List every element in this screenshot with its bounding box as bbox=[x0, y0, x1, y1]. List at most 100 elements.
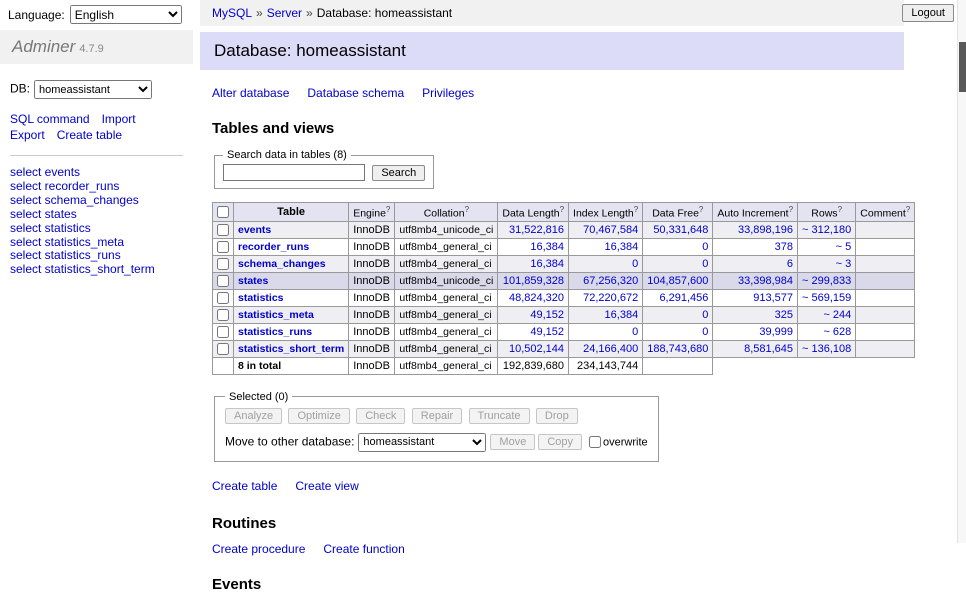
rows-count-link[interactable]: ~ 5 bbox=[836, 241, 852, 253]
row-checkbox[interactable] bbox=[217, 343, 229, 355]
index-length-link[interactable]: 16,384 bbox=[605, 309, 639, 321]
move-button[interactable]: Move bbox=[490, 434, 535, 450]
index-length-link[interactable]: 24,166,400 bbox=[583, 343, 638, 355]
auto-increment-link[interactable]: 6 bbox=[787, 258, 793, 270]
index-length-link[interactable]: 72,220,672 bbox=[583, 292, 638, 304]
data-length-link[interactable]: 16,384 bbox=[530, 241, 564, 253]
export-link[interactable]: Export bbox=[10, 128, 45, 142]
scrollbar[interactable] bbox=[957, 0, 966, 543]
row-checkbox[interactable] bbox=[217, 292, 229, 304]
select-schema-changes-link[interactable]: select schema_changes bbox=[10, 193, 139, 207]
help-icon[interactable]: ? bbox=[634, 205, 638, 214]
create-function-link[interactable]: Create function bbox=[323, 542, 404, 556]
table-name-link[interactable]: events bbox=[238, 224, 271, 236]
select-recorder-runs-link[interactable]: select recorder_runs bbox=[10, 179, 119, 193]
truncate-button[interactable]: Truncate bbox=[469, 408, 530, 424]
index-length-link[interactable]: 0 bbox=[632, 258, 638, 270]
data-length-link[interactable]: 101,859,328 bbox=[503, 275, 564, 287]
rows-count-link[interactable]: ~ 312,180 bbox=[802, 224, 851, 236]
language-select[interactable]: English bbox=[70, 5, 182, 24]
move-db-select[interactable]: homeassistant bbox=[358, 433, 486, 452]
auto-increment-link[interactable]: 913,577 bbox=[753, 292, 793, 304]
db-select[interactable]: homeassistant bbox=[34, 80, 152, 99]
select-statistics-meta-link[interactable]: select statistics_meta bbox=[10, 235, 124, 249]
index-length-link[interactable]: 0 bbox=[632, 326, 638, 338]
privileges-link[interactable]: Privileges bbox=[422, 86, 474, 100]
alter-database-link[interactable]: Alter database bbox=[212, 86, 289, 100]
analyze-button[interactable]: Analyze bbox=[225, 408, 282, 424]
data-free-link[interactable]: 0 bbox=[702, 309, 708, 321]
data-length-link[interactable]: 48,824,320 bbox=[509, 292, 564, 304]
create-view-link[interactable]: Create view bbox=[295, 479, 358, 493]
sql-command-link[interactable]: SQL command bbox=[10, 112, 90, 126]
data-length-link[interactable]: 10,502,144 bbox=[509, 343, 564, 355]
app-name[interactable]: Adminer bbox=[12, 37, 75, 56]
search-button[interactable]: Search bbox=[372, 165, 425, 181]
data-free-link[interactable]: 50,331,648 bbox=[653, 224, 708, 236]
select-all-checkbox[interactable] bbox=[217, 206, 229, 218]
copy-button[interactable]: Copy bbox=[538, 434, 582, 450]
select-events-link[interactable]: select events bbox=[10, 165, 80, 179]
row-checkbox[interactable] bbox=[217, 224, 229, 236]
rows-count-link[interactable]: ~ 299,833 bbox=[802, 275, 851, 287]
data-length-link[interactable]: 31,522,816 bbox=[509, 224, 564, 236]
data-free-link[interactable]: 0 bbox=[702, 241, 708, 253]
data-free-link[interactable]: 104,857,600 bbox=[647, 275, 708, 287]
table-name-link[interactable]: statistics_runs bbox=[238, 326, 312, 338]
data-free-link[interactable]: 0 bbox=[702, 326, 708, 338]
help-icon[interactable]: ? bbox=[465, 205, 469, 214]
select-statistics-link[interactable]: select statistics bbox=[10, 221, 91, 235]
index-length-link[interactable]: 70,467,584 bbox=[583, 224, 638, 236]
data-length-link[interactable]: 49,152 bbox=[530, 326, 564, 338]
breadcrumb-mysql-link[interactable]: MySQL bbox=[212, 6, 252, 20]
row-checkbox[interactable] bbox=[217, 258, 229, 270]
auto-increment-link[interactable]: 33,398,984 bbox=[738, 275, 793, 287]
logout-button[interactable]: Logout bbox=[902, 4, 954, 22]
data-length-link[interactable]: 16,384 bbox=[530, 258, 564, 270]
rows-count-link[interactable]: ~ 244 bbox=[823, 309, 851, 321]
table-name-link[interactable]: recorder_runs bbox=[238, 241, 309, 253]
index-length-link[interactable]: 16,384 bbox=[605, 241, 639, 253]
table-name-link[interactable]: statistics_short_term bbox=[238, 343, 344, 355]
index-length-link[interactable]: 67,256,320 bbox=[583, 275, 638, 287]
create-procedure-link[interactable]: Create procedure bbox=[212, 542, 305, 556]
rows-count-link[interactable]: ~ 3 bbox=[836, 258, 852, 270]
data-length-link[interactable]: 49,152 bbox=[530, 309, 564, 321]
rows-count-link[interactable]: ~ 628 bbox=[823, 326, 851, 338]
row-checkbox[interactable] bbox=[217, 241, 229, 253]
row-checkbox[interactable] bbox=[217, 275, 229, 287]
auto-increment-link[interactable]: 33,898,196 bbox=[738, 224, 793, 236]
help-icon[interactable]: ? bbox=[386, 205, 390, 214]
overwrite-label[interactable]: overwrite bbox=[603, 436, 648, 448]
check-button[interactable]: Check bbox=[356, 408, 405, 424]
create-table-sidebar-link[interactable]: Create table bbox=[57, 128, 122, 142]
help-icon[interactable]: ? bbox=[838, 205, 842, 214]
data-free-link[interactable]: 6,291,456 bbox=[659, 292, 708, 304]
database-schema-link[interactable]: Database schema bbox=[307, 86, 404, 100]
import-link[interactable]: Import bbox=[102, 112, 136, 126]
help-icon[interactable]: ? bbox=[699, 205, 703, 214]
row-checkbox[interactable] bbox=[217, 326, 229, 338]
select-statistics-runs-link[interactable]: select statistics_runs bbox=[10, 248, 121, 262]
table-name-link[interactable]: statistics bbox=[238, 292, 284, 304]
select-statistics-short-term-link[interactable]: select statistics_short_term bbox=[10, 262, 155, 276]
table-name-link[interactable]: states bbox=[238, 275, 268, 287]
data-free-link[interactable]: 0 bbox=[702, 258, 708, 270]
help-icon[interactable]: ? bbox=[789, 205, 793, 214]
breadcrumb-server-link[interactable]: Server bbox=[267, 6, 302, 20]
select-states-link[interactable]: select states bbox=[10, 207, 77, 221]
create-table-link[interactable]: Create table bbox=[212, 479, 277, 493]
rows-count-link[interactable]: ~ 569,159 bbox=[802, 292, 851, 304]
help-icon[interactable]: ? bbox=[906, 205, 910, 214]
search-input[interactable] bbox=[223, 164, 365, 181]
auto-increment-link[interactable]: 8,581,645 bbox=[744, 343, 793, 355]
table-name-link[interactable]: schema_changes bbox=[238, 258, 326, 270]
data-free-link[interactable]: 188,743,680 bbox=[647, 343, 708, 355]
help-icon[interactable]: ? bbox=[560, 205, 564, 214]
auto-increment-link[interactable]: 378 bbox=[775, 241, 793, 253]
table-name-link[interactable]: statistics_meta bbox=[238, 309, 314, 321]
auto-increment-link[interactable]: 325 bbox=[775, 309, 793, 321]
overwrite-checkbox[interactable] bbox=[589, 436, 601, 448]
row-checkbox[interactable] bbox=[217, 309, 229, 321]
scrollbar-thumb[interactable] bbox=[959, 42, 966, 92]
